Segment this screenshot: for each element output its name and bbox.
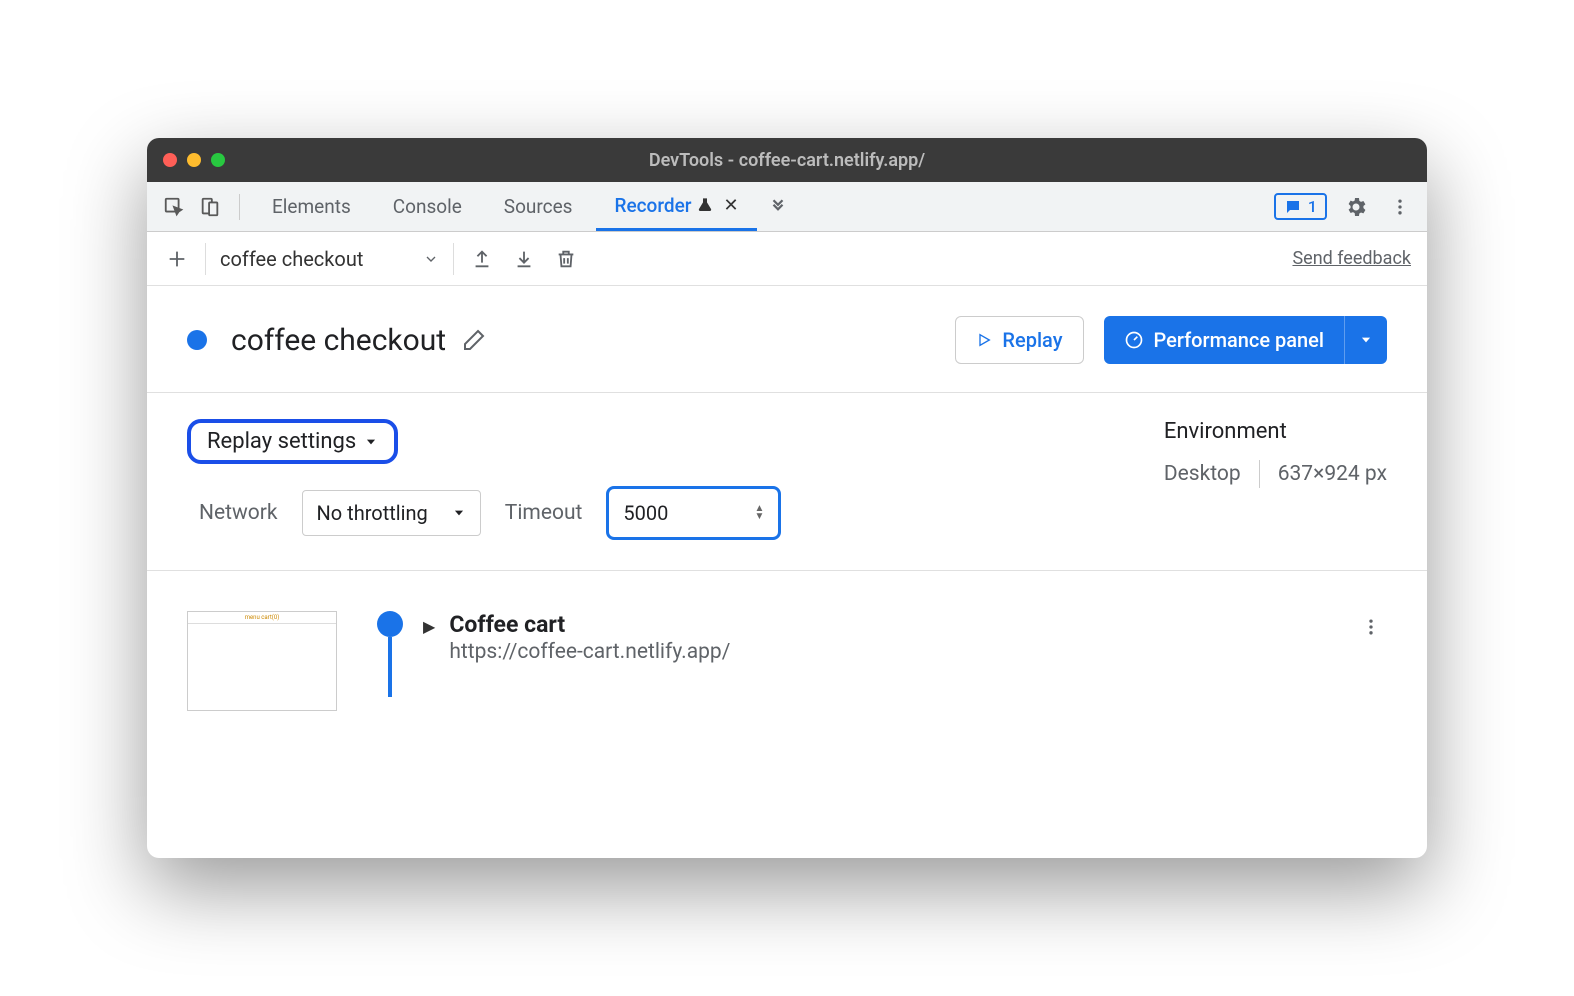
caret-down-icon: [452, 506, 466, 520]
more-tabs-icon[interactable]: [763, 192, 793, 222]
step-title: Coffee cart: [449, 611, 730, 638]
step-thumbnail: menu cart(0): [187, 611, 337, 711]
message-icon: [1284, 198, 1302, 216]
close-window-button[interactable]: [163, 153, 177, 167]
replay-button[interactable]: Replay: [955, 316, 1083, 364]
titlebar: DevTools - coffee-cart.netlify.app/: [147, 138, 1427, 182]
divider: [239, 194, 240, 220]
traffic-lights: [163, 153, 225, 167]
settings-section: Replay settings Network No throttling Ti…: [147, 393, 1427, 571]
environment-device: Desktop: [1164, 462, 1241, 486]
chevron-down-icon: [423, 251, 439, 267]
close-tab-icon[interactable]: ✕: [723, 195, 738, 216]
export-icon[interactable]: [468, 248, 496, 270]
kebab-menu-icon[interactable]: [1385, 192, 1415, 222]
import-icon[interactable]: [510, 248, 538, 270]
divider: [205, 243, 206, 275]
performance-dropdown-button[interactable]: [1344, 316, 1387, 364]
tab-recorder[interactable]: Recorder ✕: [596, 182, 756, 231]
divider: [453, 243, 454, 275]
divider: [1259, 460, 1260, 488]
settings-gear-icon[interactable]: [1341, 192, 1371, 222]
replay-settings-toggle[interactable]: Replay settings: [187, 419, 398, 464]
step-kebab-menu-icon[interactable]: [1355, 611, 1387, 643]
expand-step-icon[interactable]: ▶: [423, 617, 435, 636]
flask-icon: [697, 196, 713, 214]
delete-icon[interactable]: [552, 248, 580, 270]
caret-down-icon: [1359, 333, 1373, 347]
environment-title: Environment: [1164, 419, 1387, 444]
steps-list: menu cart(0) ▶ Coffee cart https://coffe…: [147, 571, 1427, 711]
step-url: https://coffee-cart.netlify.app/: [449, 640, 730, 664]
timeout-input[interactable]: 5000 ▲▼: [606, 486, 781, 540]
tab-sources[interactable]: Sources: [486, 182, 591, 231]
timeout-label: Timeout: [505, 501, 583, 525]
window-title: DevTools - coffee-cart.netlify.app/: [649, 150, 925, 171]
recording-header: coffee checkout Replay Performance panel: [147, 286, 1427, 393]
tabs-bar: Elements Console Sources Recorder ✕ 1: [147, 182, 1427, 232]
timeline-marker: [377, 611, 403, 697]
recording-selector[interactable]: coffee checkout: [220, 247, 439, 271]
network-throttling-select[interactable]: No throttling: [302, 490, 481, 536]
network-label: Network: [199, 501, 278, 525]
minimize-window-button[interactable]: [187, 153, 201, 167]
caret-down-icon: [364, 435, 378, 449]
edit-title-icon[interactable]: [462, 328, 486, 352]
recorder-toolbar: coffee checkout Send feedback: [147, 232, 1427, 286]
tab-elements[interactable]: Elements: [254, 182, 369, 231]
add-recording-button[interactable]: [163, 248, 191, 270]
play-icon: [976, 332, 992, 348]
devtools-window: DevTools - coffee-cart.netlify.app/ Elem…: [147, 138, 1427, 858]
environment-dimensions: 637×924 px: [1278, 462, 1387, 486]
messages-badge[interactable]: 1: [1274, 193, 1327, 220]
maximize-window-button[interactable]: [211, 153, 225, 167]
environment-section: Environment Desktop 637×924 px: [1164, 419, 1387, 540]
tab-console[interactable]: Console: [375, 182, 480, 231]
send-feedback-link[interactable]: Send feedback: [1292, 248, 1411, 269]
inspect-icon[interactable]: [159, 192, 189, 222]
performance-panel-button[interactable]: Performance panel: [1104, 316, 1345, 364]
recording-title: coffee checkout: [231, 323, 446, 358]
gauge-icon: [1124, 330, 1144, 350]
device-toggle-icon[interactable]: [195, 192, 225, 222]
recording-status-dot: [187, 330, 207, 350]
number-stepper-icon[interactable]: ▲▼: [755, 505, 765, 521]
